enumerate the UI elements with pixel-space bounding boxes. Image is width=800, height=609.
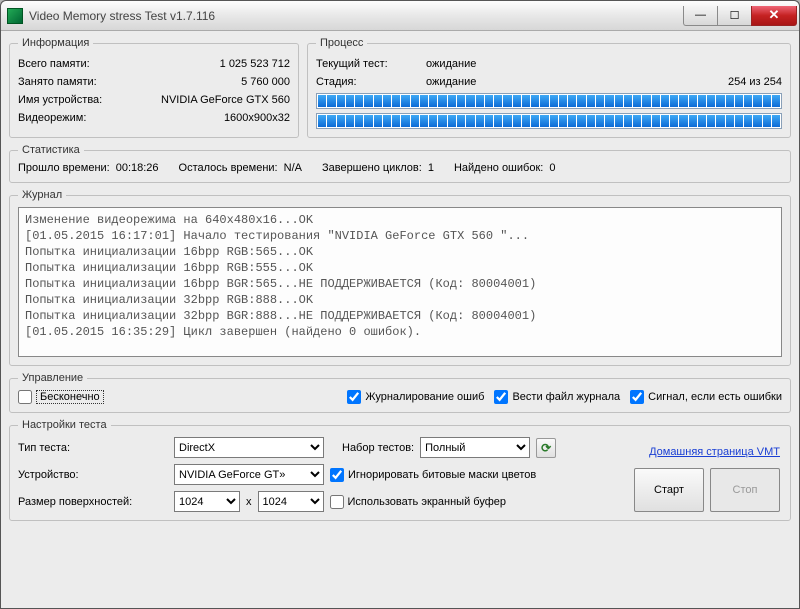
current-test-label: Текущий тест: (316, 55, 426, 73)
cycles-value: 1 (428, 162, 434, 174)
control-group: Управление Бесконечно Журналирование оши… (9, 372, 791, 413)
start-button[interactable]: Старт (634, 468, 704, 512)
signal-checkbox[interactable]: Сигнал, если есть ошибки (630, 390, 782, 404)
info-value: 5 760 000 (241, 73, 290, 91)
log-output[interactable]: Изменение видеорежима на 640x480x16...OK… (18, 207, 782, 357)
progress-bar-2 (316, 113, 782, 129)
stage-count: 254 из 254 (728, 73, 782, 91)
stage-label: Стадия: (316, 73, 426, 91)
stop-button[interactable]: Стоп (710, 468, 780, 512)
device-label: Устройство: (18, 469, 168, 481)
infinite-checkbox-input[interactable] (18, 390, 32, 404)
errors-label: Найдено ошибок: (454, 162, 543, 174)
settings-group: Настройки теста Тип теста: DirectX Набор… (9, 419, 791, 521)
process-group: Процесс Текущий тест: ожидание Стадия: о… (307, 37, 791, 138)
surface-x: x (246, 496, 252, 508)
surface-height-select[interactable]: 1024 (258, 491, 324, 512)
stage-value: ожидание (426, 73, 728, 91)
test-type-label: Тип теста: (18, 442, 168, 454)
settings-legend: Настройки теста (18, 419, 111, 431)
surface-label: Размер поверхностей: (18, 496, 168, 508)
info-value: 1 025 523 712 (220, 55, 290, 73)
keep-log-checkbox-input[interactable] (494, 390, 508, 404)
surface-width-select[interactable]: 1024 (174, 491, 240, 512)
info-label: Занято памяти: (18, 73, 97, 91)
ignore-masks-label: Игнорировать битовые маски цветов (348, 469, 536, 481)
cycles-label: Завершено циклов: (322, 162, 422, 174)
info-label: Видеорежим: (18, 109, 86, 127)
log-errors-checkbox-input[interactable] (347, 390, 361, 404)
maximize-button[interactable]: ☐ (717, 6, 751, 26)
signal-checkbox-input[interactable] (630, 390, 644, 404)
info-legend: Информация (18, 37, 93, 49)
info-label: Имя устройства: (18, 91, 102, 109)
device-select[interactable]: NVIDIA GeForce GT» (174, 464, 324, 485)
remaining-value: N/A (284, 162, 302, 174)
signal-label: Сигнал, если есть ошибки (648, 391, 782, 403)
keep-log-label: Вести файл журнала (512, 391, 620, 403)
log-errors-checkbox[interactable]: Журналирование ошиб (347, 390, 484, 404)
info-group: Информация Всего памяти: 1 025 523 712 За… (9, 37, 299, 138)
app-icon (7, 8, 23, 24)
use-buffer-checkbox-input[interactable] (330, 495, 344, 509)
ignore-masks-checkbox-input[interactable] (330, 468, 344, 482)
log-group: Журнал Изменение видеорежима на 640x480x… (9, 189, 791, 366)
info-label: Всего памяти: (18, 55, 90, 73)
keep-log-checkbox[interactable]: Вести файл журнала (494, 390, 620, 404)
elapsed-label: Прошло времени: (18, 162, 110, 174)
infinite-checkbox[interactable]: Бесконечно (18, 390, 104, 404)
elapsed-value: 00:18:26 (116, 162, 159, 174)
client-area: Информация Всего памяти: 1 025 523 712 За… (1, 31, 799, 535)
window-title: Video Memory stress Test v1.7.116 (29, 9, 683, 23)
process-legend: Процесс (316, 37, 367, 49)
stats-group: Статистика Прошло времени: 00:18:26 Остал… (9, 144, 791, 183)
test-type-select[interactable]: DirectX (174, 437, 324, 458)
log-errors-label: Журналирование ошиб (365, 391, 484, 403)
titlebar: Video Memory stress Test v1.7.116 — ☐ ✕ (1, 1, 799, 31)
test-set-label: Набор тестов: (342, 442, 414, 454)
use-buffer-checkbox[interactable]: Использовать экранный буфер (330, 495, 507, 509)
app-window: Video Memory stress Test v1.7.116 — ☐ ✕ … (0, 0, 800, 609)
use-buffer-label: Использовать экранный буфер (348, 496, 507, 508)
minimize-button[interactable]: — (683, 6, 717, 26)
log-legend: Журнал (18, 189, 66, 201)
progress-bar-1 (316, 93, 782, 109)
test-set-select[interactable]: Полный (420, 437, 530, 458)
info-value: 1600x900x32 (224, 109, 290, 127)
infinite-label: Бесконечно (36, 390, 104, 404)
remaining-label: Осталось времени: (179, 162, 278, 174)
stats-legend: Статистика (18, 144, 84, 156)
ignore-masks-checkbox[interactable]: Игнорировать битовые маски цветов (330, 468, 536, 482)
current-test-value: ожидание (426, 55, 782, 73)
close-button[interactable]: ✕ (751, 6, 797, 26)
window-buttons: — ☐ ✕ (683, 6, 797, 26)
errors-value: 0 (549, 162, 555, 174)
info-value: NVIDIA GeForce GTX 560 (161, 91, 290, 109)
control-legend: Управление (18, 372, 87, 384)
home-link[interactable]: Домашняя страница VMT (649, 446, 780, 458)
refresh-icon[interactable]: ⟳ (536, 438, 556, 458)
